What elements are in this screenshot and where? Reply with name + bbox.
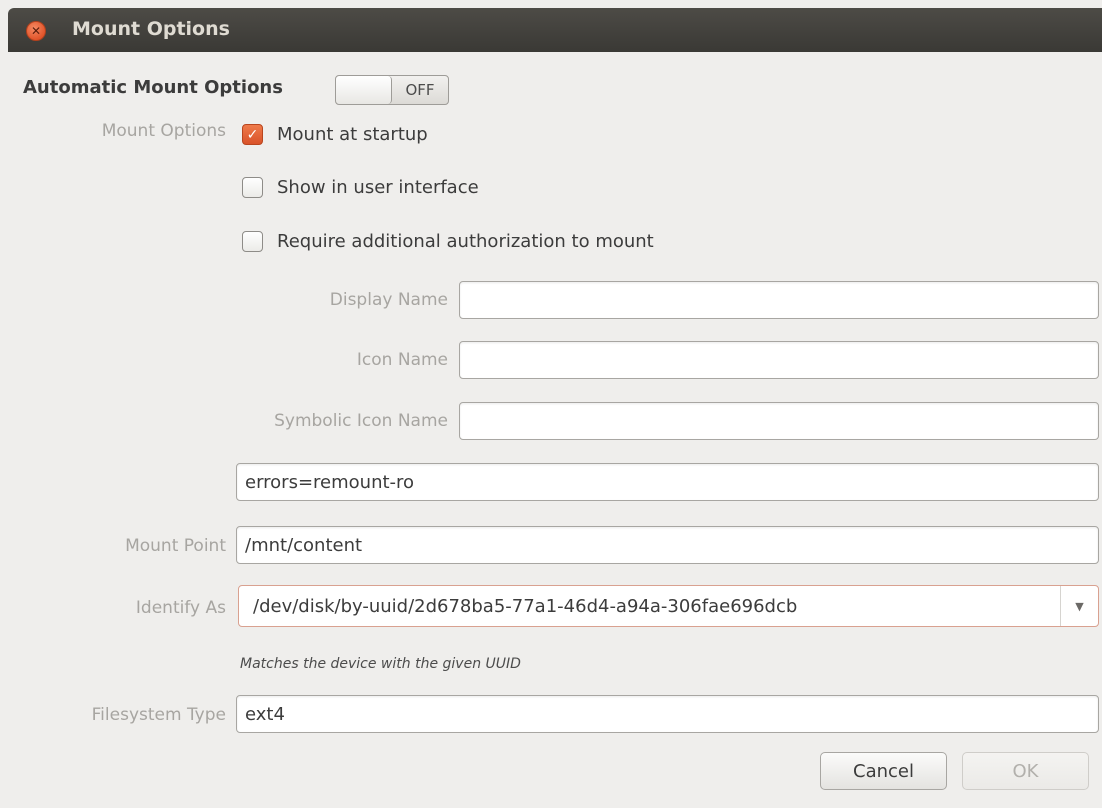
show-in-ui-option[interactable]: Show in user interface [242, 177, 479, 198]
mount-at-startup-label: Mount at startup [277, 124, 428, 145]
symbolic-icon-name-field[interactable] [459, 402, 1099, 440]
identify-as-value: /dev/disk/by-uuid/2d678ba5-77a1-46d4-a94… [253, 595, 798, 617]
mount-point-field[interactable] [236, 526, 1099, 564]
close-icon[interactable]: ✕ [26, 21, 46, 41]
cancel-button[interactable]: Cancel [820, 752, 947, 790]
identify-as-hint: Matches the device with the given UUID [240, 656, 521, 672]
switch-knob[interactable] [336, 76, 392, 104]
mount-at-startup-option[interactable]: ✓ Mount at startup [242, 124, 428, 145]
mount-options-dialog: ✕ Mount Options Automatic Mount Options … [0, 0, 1102, 808]
show-in-ui-label: Show in user interface [277, 177, 479, 198]
window-title: Mount Options [72, 18, 230, 40]
window-edge [0, 52, 8, 808]
identify-as-label: Identify As [135, 598, 226, 618]
show-in-ui-checkbox[interactable] [242, 177, 263, 198]
automatic-mount-switch[interactable]: OFF [335, 75, 449, 105]
automatic-mount-options-label: Automatic Mount Options [23, 77, 283, 98]
icon-name-label: Icon Name [356, 350, 448, 370]
display-name-field[interactable] [459, 281, 1099, 319]
mount-point-label: Mount Point [125, 536, 226, 556]
chevron-down-icon[interactable]: ▼ [1060, 586, 1098, 626]
identify-as-dropdown[interactable]: /dev/disk/by-uuid/2d678ba5-77a1-46d4-a94… [238, 585, 1099, 627]
filesystem-type-label: Filesystem Type [91, 705, 226, 725]
ok-button[interactable]: OK [962, 752, 1089, 790]
require-auth-label: Require additional authorization to moun… [277, 231, 654, 252]
icon-name-field[interactable] [459, 341, 1099, 379]
require-auth-option[interactable]: Require additional authorization to moun… [242, 231, 654, 252]
mount-options-label: Mount Options [101, 121, 226, 141]
filesystem-type-field[interactable] [236, 695, 1099, 733]
display-name-label: Display Name [329, 290, 448, 310]
symbolic-icon-name-label: Symbolic Icon Name [274, 411, 448, 431]
mount-options-field[interactable] [236, 463, 1099, 501]
checkmark-icon[interactable]: ✓ [242, 124, 263, 145]
title-bar[interactable]: ✕ Mount Options [8, 8, 1102, 52]
require-auth-checkbox[interactable] [242, 231, 263, 252]
switch-state-label: OFF [405, 81, 435, 99]
